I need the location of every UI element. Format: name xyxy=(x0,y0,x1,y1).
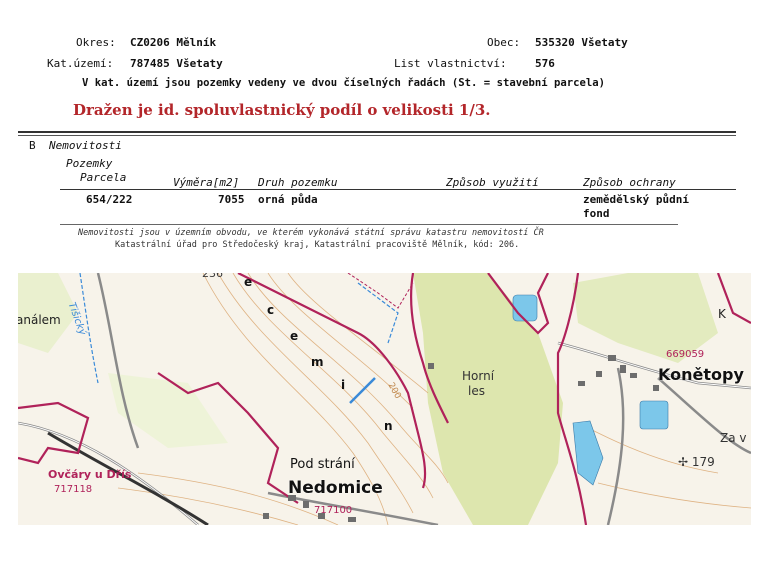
cell-ochrana-line1: zemědělský půdní xyxy=(583,193,689,206)
separator-double-bottom xyxy=(18,135,736,136)
elevation-236-label: 236 xyxy=(202,273,223,280)
cell-vymera: 7055 xyxy=(218,193,245,206)
map-letter-2: c xyxy=(267,303,275,317)
okres-value: CZ0206 Mělník xyxy=(130,36,217,49)
k-label: K xyxy=(718,307,726,321)
za-v-label: Za v xyxy=(720,431,747,445)
ovcary-label: Ovčáry u Dřís xyxy=(48,468,132,481)
map-letter-1: e xyxy=(244,275,254,289)
elevation-179-value: 179 xyxy=(691,455,715,469)
map-letter-5: i xyxy=(341,378,346,392)
footnote-1: Nemovitosti jsou v územním obvodu, ve kt… xyxy=(78,228,544,238)
cell-ochrana-line2: fond xyxy=(583,207,610,220)
obec-value: 535320 Všetaty xyxy=(535,36,628,49)
pozemky-label: Pozemky xyxy=(66,157,113,170)
elevation-179-label: ✢ 179 xyxy=(678,455,715,469)
ovcary-code-label: 717118 xyxy=(54,484,93,495)
map-letter-6: n xyxy=(384,419,393,433)
konetopy-label: Konětopy xyxy=(658,365,744,384)
okres-label: Okres: xyxy=(76,36,116,49)
separator-double-top xyxy=(18,131,736,133)
horni-label: Horní xyxy=(462,369,495,383)
section-title: Nemovitosti xyxy=(49,139,122,152)
list-value: 576 xyxy=(535,57,555,70)
list-label: List vlastnictví: xyxy=(394,57,507,70)
kanalem-label: análem xyxy=(18,313,61,327)
header-note: V kat. území jsou pozemky vedeny ve dvou… xyxy=(82,77,605,89)
map-letter-4: m xyxy=(311,355,324,369)
section-letter: B xyxy=(29,139,36,152)
col-parcela: Parcela xyxy=(80,171,127,184)
col-vymera: Výměra[m2] xyxy=(173,176,240,189)
katuzemi-label: Kat.území: xyxy=(47,57,114,70)
konetopy-code-label: 669059 xyxy=(666,349,705,360)
cell-parcela: 654/222 xyxy=(86,193,133,206)
col-druh: Druh pozemku xyxy=(258,176,338,189)
nedomice-code-label: 717100 xyxy=(314,505,353,516)
table-header-rule xyxy=(60,189,736,190)
col-ochrana: Způsob ochrany xyxy=(583,176,676,189)
table-bottom-rule xyxy=(60,224,678,225)
les-label: les xyxy=(468,384,485,398)
map-letter-3: e xyxy=(290,329,299,343)
cell-druh: orná půda xyxy=(258,193,318,206)
cadastral-map: 236 análem Tišický e c e m i n 200 Horní… xyxy=(18,273,751,525)
col-vyuziti: Způsob využití xyxy=(446,176,539,189)
footnote-2: Katastrální úřad pro Středočeský kraj, K… xyxy=(115,240,520,250)
katuzemi-value: 787485 Všetaty xyxy=(130,57,223,70)
nedomice-label: Nedomice xyxy=(288,478,383,498)
obec-label: Obec: xyxy=(487,36,521,49)
auction-note: Dražen je id. spoluvlastnický podíl o ve… xyxy=(73,101,491,119)
pod-strani-label: Pod strání xyxy=(290,457,355,472)
